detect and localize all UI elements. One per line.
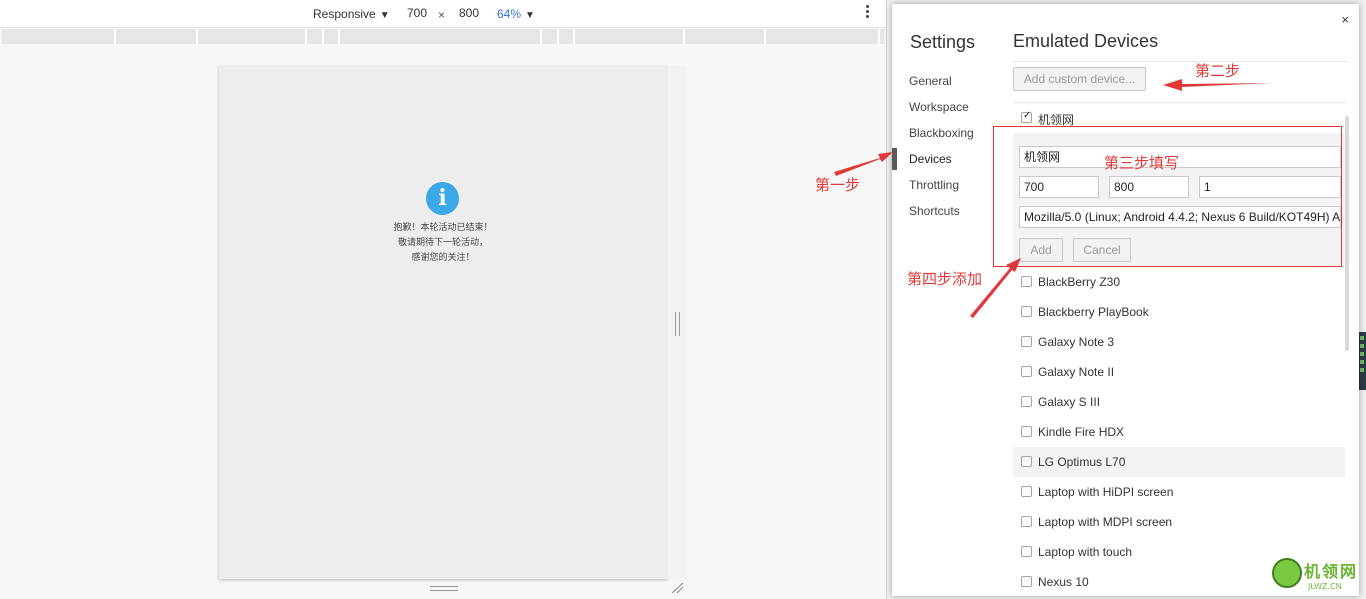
resize-corner-icon[interactable] [670, 582, 684, 594]
watermark-logo: 机领网 JLWZ.CN [1272, 556, 1364, 598]
drag-grip-icon [675, 312, 680, 336]
device-checkbox[interactable] [1021, 486, 1032, 497]
settings-nav: General Workspace Blackboxing Devices Th… [892, 68, 1002, 224]
list-item[interactable]: LG Optimus L70 [1013, 447, 1345, 477]
device-checkbox[interactable] [1021, 456, 1032, 467]
section-divider [1013, 61, 1348, 62]
annotation-step2: 第二步 [1195, 62, 1241, 80]
list-item[interactable]: Galaxy S III [1013, 387, 1345, 417]
device-name: Kindle Fire HDX [1038, 425, 1125, 439]
device-name: Laptop with touch [1038, 545, 1133, 559]
nav-item-devices[interactable]: Devices [892, 146, 1002, 172]
device-mode-dropdown[interactable]: Responsive ▼ [313, 7, 390, 21]
zoom-dropdown[interactable]: 64% ▼ [497, 7, 535, 21]
device-checkbox[interactable] [1021, 306, 1032, 317]
annotation-box-step3 [993, 126, 1342, 267]
list-item[interactable]: Galaxy Note II [1013, 357, 1345, 387]
device-toolbar: Responsive ▼ 700 × 800 64% ▼ [0, 0, 886, 28]
device-checkbox[interactable] [1021, 276, 1032, 287]
list-item[interactable]: Laptop with HiDPI screen [1013, 477, 1345, 507]
device-mode-label: Responsive [313, 7, 376, 21]
mascot-icon [1272, 558, 1302, 588]
annotation-step3: 第三步填写 [1104, 154, 1180, 172]
settings-dialog: × Settings General Workspace Blackboxing… [892, 4, 1359, 596]
annotation-step4: 第四步添加 [907, 270, 983, 288]
list-item[interactable]: Galaxy Note 3 [1013, 327, 1345, 357]
nav-item-general[interactable]: General [892, 68, 1002, 94]
section-title: Emulated Devices [1013, 31, 1159, 51]
dimension-separator: × [438, 8, 446, 22]
resize-handle-right[interactable] [668, 66, 686, 579]
device-checkbox[interactable] [1021, 110, 1032, 123]
device-checkbox[interactable] [1021, 366, 1032, 377]
device-name: Nexus 10 [1038, 575, 1089, 589]
activity-ended-notice: 抱歉！本轮活动已结束！ 敬请期待下一轮活动， 感谢您的关注！ [343, 221, 543, 266]
device-name: LG Optimus L70 [1038, 455, 1126, 469]
list-item[interactable]: BlackBerry Z30 [1013, 267, 1345, 297]
list-item[interactable]: Kindle Fire HDX [1013, 417, 1345, 447]
device-name: Galaxy S III [1038, 395, 1101, 409]
nav-item-blackboxing[interactable]: Blackboxing [892, 120, 1002, 146]
watermark-text: 机领网 [1304, 562, 1359, 581]
emulated-page-frame: i 抱歉！本轮活动已结束！ 敬请期待下一轮活动， 感谢您的关注！ [219, 66, 668, 579]
chevron-down-icon: ▼ [525, 10, 535, 21]
notice-line: 抱歉！本轮活动已结束！ [393, 223, 493, 233]
nav-item-shortcuts[interactable]: Shortcuts [892, 198, 1002, 224]
list-item[interactable]: Laptop with MDPI screen [1013, 507, 1345, 537]
watermark-subtext: JLWZ.CN [1308, 582, 1342, 591]
more-options-icon[interactable] [866, 5, 872, 20]
nav-item-workspace[interactable]: Workspace [892, 94, 1002, 120]
device-checkbox[interactable] [1021, 336, 1032, 347]
device-name: Laptop with HiDPI screen [1038, 485, 1174, 499]
device-checkbox[interactable] [1021, 516, 1032, 527]
settings-title: Settings [910, 32, 976, 52]
device-name: BlackBerry Z30 [1038, 275, 1121, 289]
nav-item-throttling[interactable]: Throttling [892, 172, 1002, 198]
list-item[interactable]: Blackberry PlayBook [1013, 297, 1345, 327]
notice-line: 敬请期待下一轮活动， [397, 238, 488, 248]
device-checkbox[interactable] [1021, 546, 1032, 557]
responsive-viewport-pane: Responsive ▼ 700 × 800 64% ▼ i 抱歉！本轮活动已结束！… [0, 0, 886, 599]
device-checkbox[interactable] [1021, 396, 1032, 407]
notice-line: 感谢您的关注！ [411, 253, 475, 263]
info-icon: i [426, 182, 459, 215]
device-name: Laptop with MDPI screen [1038, 515, 1173, 529]
close-icon[interactable]: × [1341, 12, 1349, 27]
media-query-bar[interactable] [2, 29, 884, 44]
list-scrollbar[interactable] [1345, 116, 1349, 351]
chevron-down-icon: ▼ [379, 10, 390, 21]
device-checkbox[interactable] [1021, 426, 1032, 437]
device-name: Blackberry PlayBook [1038, 305, 1149, 319]
device-name: Galaxy Note II [1038, 365, 1115, 379]
resize-handle-bottom[interactable] [430, 586, 458, 591]
viewport-height-input[interactable]: 800 [450, 4, 488, 23]
viewport-width-input[interactable]: 700 [398, 4, 436, 23]
device-name: Galaxy Note 3 [1038, 335, 1115, 349]
add-custom-device-button[interactable]: Add custom device... [1013, 67, 1146, 91]
device-checkbox[interactable] [1021, 576, 1032, 587]
zoom-label: 64% [497, 7, 522, 21]
annotation-step1: 第一步 [815, 176, 861, 194]
